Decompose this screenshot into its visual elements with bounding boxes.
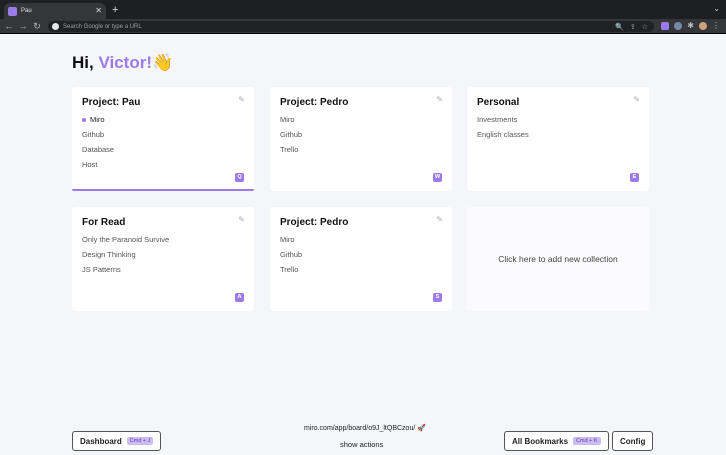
greeting-heading: Hi, Victor!👋 [72,53,173,73]
edit-pencil-icon[interactable]: ✎ [238,95,245,104]
extension-icon[interactable] [661,22,670,30]
edit-pencil-icon[interactable]: ✎ [436,215,443,224]
bookmark-link[interactable]: Github [280,127,442,142]
collection-title: Project: Pau [82,97,141,108]
bookmark-link[interactable]: Design Thinking [82,247,244,262]
add-collection-label: Click here to add new collection [498,254,618,264]
add-collection-button[interactable]: Click here to add new collection [467,207,649,311]
edit-pencil-icon[interactable]: ✎ [633,95,640,104]
shortcut-badge: S [433,293,442,302]
active-indicator [72,189,254,191]
bookmark-link[interactable]: Miro [280,112,442,127]
all-bookmarks-shortcut: Cmd + K [573,437,601,445]
shortcut-badge: W [433,173,442,182]
bookmark-link[interactable]: Trello [280,142,442,157]
current-url: miro.com/app/board/o9J_ltQBCzou/ 🚀 [304,425,426,432]
bookmark-star-icon[interactable]: ☆ [642,23,648,31]
reload-icon[interactable]: ↻ [30,19,44,34]
bookmark-link[interactable]: Database [82,142,244,157]
browser-menu-icon[interactable]: ⋮ [712,22,720,30]
browser-toolbar: ← → ↻ Search Google or type a URL 🔍 ⇪ ☆ … [0,19,726,34]
dashboard-shortcut: Cmd + J [126,437,154,445]
tab-title: Pau [21,8,32,14]
collection-card[interactable]: For Read Only the Paranoid Survive Desig… [72,207,254,311]
active-dot-icon [82,117,86,122]
collection-card[interactable]: Project: Pedro Miro Github Trello ✎ S [270,207,452,311]
browser-tab[interactable]: Pau ✕ [4,3,106,19]
tab-favicon-icon [8,6,17,16]
shortcut-badge: Q [235,173,244,182]
share-icon[interactable]: ⇪ [630,23,636,31]
google-icon [52,23,59,30]
address-bar-placeholder: Search Google or type a URL [63,23,142,30]
bookmark-link[interactable]: Investments [477,112,639,127]
config-button[interactable]: Config [612,431,654,451]
rocket-icon: 🚀 [417,425,426,432]
bookmark-link[interactable]: Only the Paranoid Survive [82,232,244,247]
bookmark-link[interactable]: Trello [280,262,442,277]
edit-pencil-icon[interactable]: ✎ [238,215,245,224]
tab-close-icon[interactable]: ✕ [95,7,102,15]
edit-pencil-icon[interactable]: ✎ [436,95,443,104]
collection-title: Personal [477,97,520,108]
bookmark-link[interactable]: Host [82,157,244,172]
zoom-icon[interactable]: 🔍 [615,23,624,31]
collection-card[interactable]: Project: Pau Miro Github Database Host ✎… [72,87,254,191]
forward-icon[interactable]: → [16,19,30,34]
user-name: Victor! [98,53,152,72]
all-bookmarks-button[interactable]: All Bookmarks Cmd + K [504,431,609,451]
shortcut-badge: E [630,173,639,182]
bookmark-link[interactable]: Miro [280,232,442,247]
config-label: Config [620,436,646,446]
collection-title: For Read [82,217,126,228]
collection-title: Project: Pedro [280,217,349,228]
bookmark-link[interactable]: Github [82,127,244,142]
dashboard-label: Dashboard [80,436,122,446]
dashboard-button[interactable]: Dashboard Cmd + J [72,431,162,451]
new-tab-icon[interactable]: + [112,3,118,17]
extensions-puzzle-icon[interactable]: ✱ [687,22,694,30]
shortcut-badge: A [235,293,244,302]
bookmark-link[interactable]: Github [280,247,442,262]
profile-avatar[interactable] [699,22,707,30]
show-actions-link[interactable]: show actions [340,440,383,449]
bookmark-link[interactable]: English classes [477,127,639,142]
address-bar[interactable]: Search Google or type a URL 🔍 ⇪ ☆ [48,21,654,32]
browser-tab-bar: Pau ✕ + ⌄ [0,0,726,19]
extension-globe-icon[interactable] [674,22,683,30]
bookmark-link[interactable]: Miro [82,112,244,127]
all-bookmarks-label: All Bookmarks [512,436,569,446]
back-icon[interactable]: ← [2,19,16,34]
greeting-prefix: Hi, [72,53,99,72]
collection-card[interactable]: Personal Investments English classes ✎ E [467,87,649,191]
collection-card[interactable]: Project: Pedro Miro Github Trello ✎ W [270,87,452,191]
bookmark-link[interactable]: JS Patterns [82,262,244,277]
wave-emoji: 👋 [152,53,174,72]
collection-title: Project: Pedro [280,97,349,108]
tab-search-icon[interactable]: ⌄ [713,4,720,13]
